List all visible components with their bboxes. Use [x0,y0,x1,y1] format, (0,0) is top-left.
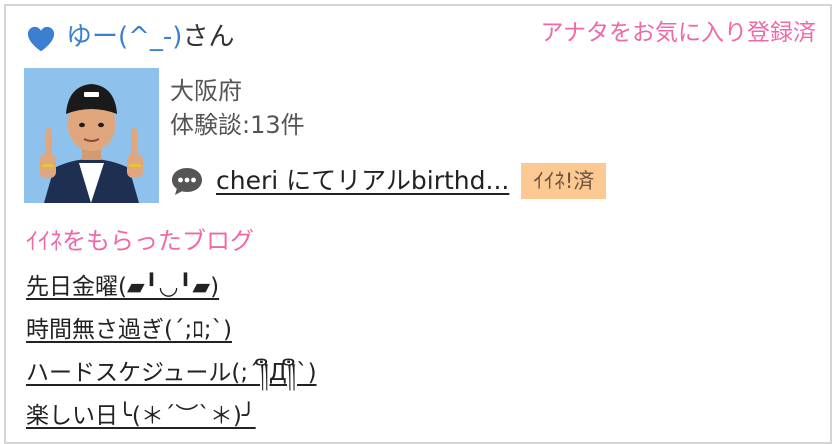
blog-link[interactable]: 先日金曜(▰╹◡╹▰) [26,274,219,300]
liked-blogs-title: ｲｲﾈをもらったブログ [26,227,254,255]
profile-info: 大阪府 体験談:13件 [170,74,816,142]
latest-review-row: cheri にてリアルbirthd... ｲｲﾈ!済 [170,161,607,201]
list-item: 楽しい日╰(＊´︶`＊)╯ [26,400,317,443]
avatar-illustration [24,68,159,203]
chat-bubble-icon [172,168,202,195]
favorite-status: アナタをお気に入り登録済 [540,20,816,46]
user-card: ゆー(^_-)さん アナタをお気に入り登録済 大阪府 体験談:13件 cheri… [4,4,832,444]
list-item: ハードスケジュール(;´༎ຶД༎ຶ`) [26,357,317,400]
review-count: 体験談:13件 [170,111,305,139]
blog-link[interactable]: ハードスケジュール(;´༎ຶД༎ຶ`) [26,360,317,386]
latest-review-link[interactable]: cheri にてリアルbirthd... [216,165,509,197]
list-item: 先日金曜(▰╹◡╹▰) [26,271,317,314]
avatar[interactable] [24,68,159,203]
blog-link[interactable]: 楽しい日╰(＊´︶`＊)╯ [26,403,256,429]
like-badge: ｲｲﾈ!済 [521,163,607,199]
blog-link[interactable]: 時間無さ過ぎ(´;ﾛ;`) [26,317,232,343]
liked-blogs-list: 先日金曜(▰╹◡╹▰) 時間無さ過ぎ(´;ﾛ;`) ハードスケジュール(;´༎ຶ… [26,271,317,443]
username-link[interactable]: ゆー(^_-)さん [66,20,234,54]
list-item: 時間無さ過ぎ(´;ﾛ;`) [26,314,317,357]
location: 大阪府 [170,77,242,105]
profile-section: 大阪府 体験談:13件 cheri にてリアルbirthd... ｲｲﾈ!済 [24,68,816,208]
card-header: ゆー(^_-)さん アナタをお気に入り登録済 [24,18,816,58]
username[interactable]: ゆー(^_-) [66,22,182,52]
heart-icon [27,26,55,52]
honorific: さん [182,22,235,52]
